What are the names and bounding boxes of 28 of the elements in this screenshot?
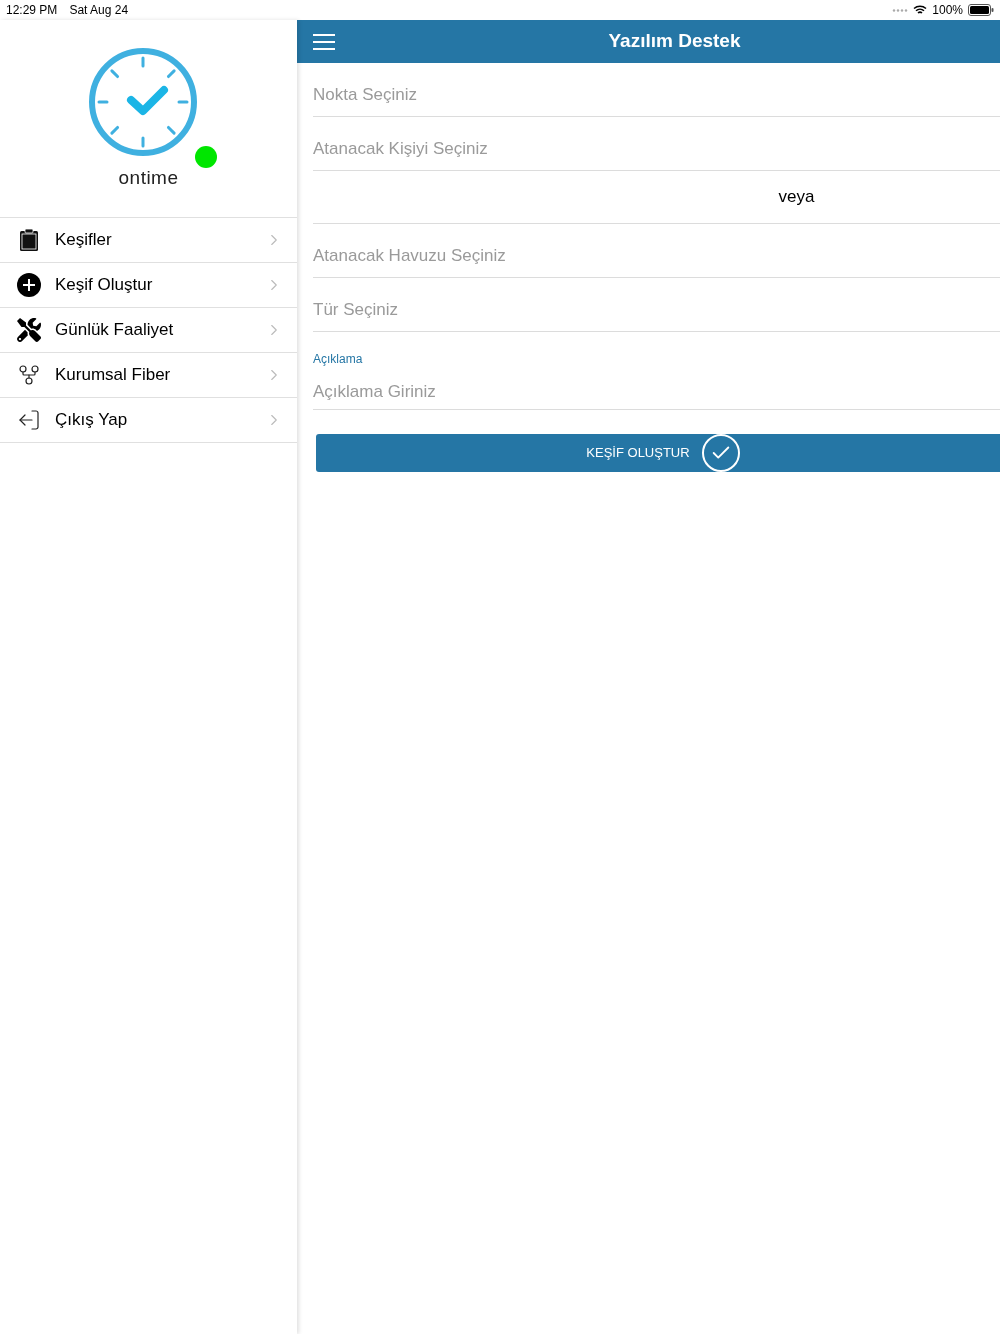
plus-circle-icon — [17, 273, 41, 297]
menu-item[interactable]: Günlük Faaliyet — [0, 308, 297, 353]
menu-icon[interactable] — [313, 33, 335, 50]
menu-item[interactable]: Çıkış Yap — [0, 398, 297, 443]
description-field[interactable]: Açıklama Giriniz — [313, 379, 1000, 405]
select-field[interactable]: Atanacak Kişiyi Seçiniz — [313, 125, 1000, 162]
logo-text: ontime — [118, 166, 179, 190]
logout-icon — [17, 408, 41, 432]
status-time: 12:29 PM — [6, 2, 58, 19]
menu-item[interactable]: Keşif Oluştur — [0, 263, 297, 308]
battery-icon — [968, 4, 994, 16]
status-date: Sat Aug 24 — [69, 2, 129, 19]
field-label: Açıklama — [313, 353, 364, 365]
select-field[interactable]: Atanacak Havuzu Seçiniz — [313, 232, 1000, 269]
clock-logo-icon — [86, 46, 199, 158]
select-field[interactable]: Tür Seçiniz — [313, 286, 1000, 323]
menu-item[interactable]: Kurumsal Fiber — [0, 353, 297, 398]
page-title: Yazılım Destek — [608, 29, 741, 54]
clipboard-icon — [19, 228, 39, 252]
wifi-icon — [913, 5, 928, 15]
select-field[interactable]: Nokta Seçiniz — [313, 71, 1000, 108]
tools-icon — [17, 318, 41, 342]
submit-button[interactable]: KEŞİF OLUŞTUR — [316, 434, 1000, 472]
fork-icon — [17, 363, 41, 387]
signal-icon — [892, 8, 909, 12]
or-separator-text: veya — [778, 186, 815, 209]
menu-item[interactable]: Keşifler — [0, 218, 297, 263]
battery-percent: 100% — [932, 2, 963, 19]
